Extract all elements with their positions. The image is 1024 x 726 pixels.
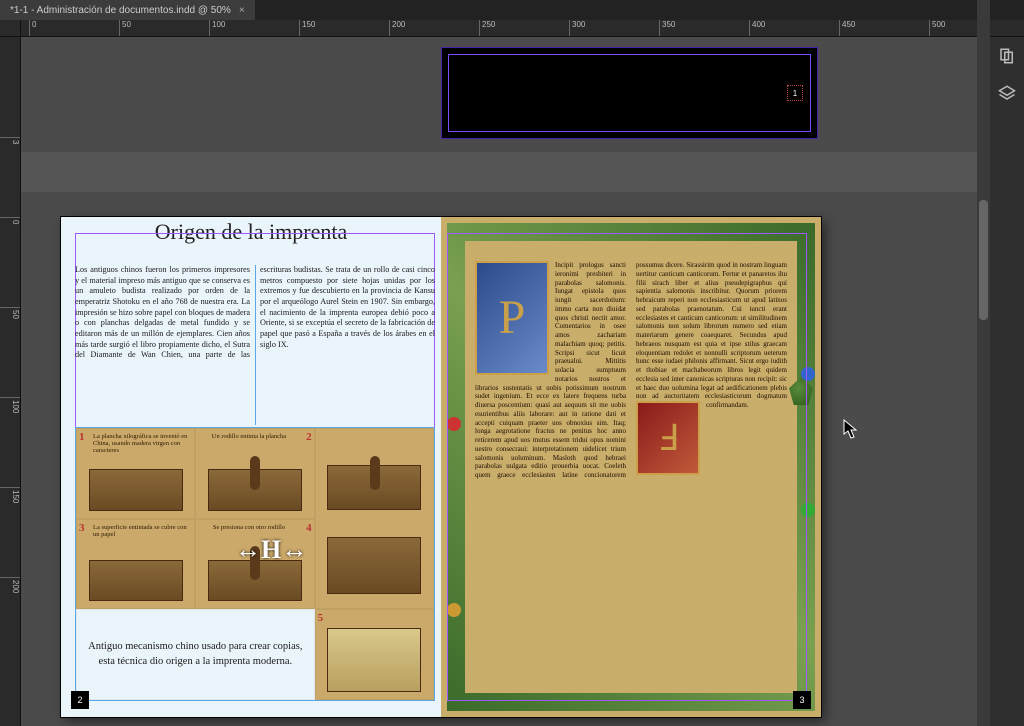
vertical-ruler[interactable]: 3 0 50 100 150 200 (0, 37, 21, 726)
ruler-tick: 50 (0, 307, 20, 319)
roller-illustration (250, 546, 260, 580)
ruler-tick: 200 (0, 577, 20, 593)
grid-cell-2[interactable]: 2 Un rodillo entinta la plancha (195, 428, 314, 519)
image-grid[interactable]: 1 La plancha xilográfica se inventó en C… (75, 427, 435, 701)
page-right[interactable]: PARABOLA Incipit prologus sancti ieronim… (441, 217, 821, 717)
step-caption: Un rodillo entinta la plancha (200, 433, 297, 440)
layers-panel-icon[interactable] (998, 84, 1016, 107)
ruler-tick: 150 (0, 487, 20, 503)
woodblock-illustration (89, 469, 183, 511)
ruler-tick: 100 (209, 20, 225, 36)
grid-cell-4[interactable]: 3 La superficie entintada se cubre con u… (76, 519, 195, 610)
margin-frame-right (447, 233, 807, 701)
close-icon[interactable]: × (239, 5, 245, 16)
ruler-tick: 0 (29, 20, 36, 36)
ruler-tick: 3 (0, 137, 20, 144)
page-number-left: 2 (71, 691, 89, 709)
ruler-tick: 150 (299, 20, 315, 36)
roller-illustration (250, 456, 260, 490)
ruler-tick: 400 (749, 20, 765, 36)
right-panel-dock[interactable] (989, 37, 1024, 726)
grid-caption[interactable]: Antiguo mecanismo chino usado para crear… (76, 609, 315, 700)
document-tab[interactable]: *1-1 - Administración de documentos.indd… (0, 0, 255, 20)
ruler-tick: 300 (569, 20, 585, 36)
step-caption: La plancha xilográfica se inventó en Chi… (93, 433, 190, 454)
ruler-row: 0 50 100 150 200 250 300 350 400 450 500 (0, 20, 1024, 37)
grid-cell-5[interactable]: 4 Se presiona con otro rodillo (195, 519, 314, 610)
body-text: Los antiguos chinos fueron los primeros … (75, 265, 435, 359)
scrollbar-thumb[interactable] (979, 200, 988, 320)
document-tab-bar: *1-1 - Administración de documentos.indd… (0, 0, 1024, 20)
step-caption: Se presiona con otro rodillo (200, 524, 297, 531)
ruler-tick: 200 (389, 20, 405, 36)
ruler-origin[interactable] (0, 20, 21, 36)
ruler-tick: 450 (839, 20, 855, 36)
step-number: 3 (79, 522, 85, 534)
step-number: 1 (79, 431, 85, 443)
printed-page-illustration (327, 628, 421, 692)
grid-caption-text: Antiguo mecanismo chino usado para crear… (87, 640, 304, 668)
ruler-tick: 350 (659, 20, 675, 36)
step-number: 5 (318, 612, 324, 624)
master-page-margin-frame (448, 54, 811, 132)
grid-cell-3[interactable] (315, 428, 434, 609)
vertical-scrollbar[interactable] (977, 0, 990, 726)
woodblock-illustration (327, 537, 421, 594)
grid-cell-6[interactable]: 5 (315, 609, 434, 700)
horizontal-ruler[interactable]: 0 50 100 150 200 250 300 350 400 450 500 (21, 20, 1024, 36)
workspace: 3 0 50 100 150 200 1 Origen de la imprenta Lo… (0, 37, 1024, 726)
spread[interactable]: Origen de la imprenta Los antiguos chino… (61, 217, 821, 717)
page-number-right: 3 (793, 691, 811, 709)
master-page-number: 1 (787, 85, 803, 101)
woodblock-illustration (89, 560, 183, 602)
pasteboard-gap (21, 152, 989, 192)
pages-panel-icon[interactable] (998, 47, 1016, 70)
canvas[interactable]: 1 Origen de la imprenta Los antiguos chi… (21, 37, 989, 726)
ruler-tick: 50 (119, 20, 131, 36)
document-tab-title: *1-1 - Administración de documentos.indd… (10, 5, 231, 16)
roller-illustration (370, 456, 380, 490)
step-caption: La superficie entintada se cubre con un … (93, 524, 190, 538)
ruler-tick: 0 (0, 217, 20, 224)
ruler-tick: 100 (0, 397, 20, 413)
mouse-cursor-icon (843, 419, 859, 444)
page-left[interactable]: Origen de la imprenta Los antiguos chino… (61, 217, 441, 717)
grid-cell-1[interactable]: 1 La plancha xilográfica se inventó en C… (76, 428, 195, 519)
ruler-tick: 500 (929, 20, 945, 36)
master-page[interactable]: 1 (441, 47, 818, 139)
step-number: 4 (306, 522, 312, 534)
step-number: 2 (306, 431, 312, 443)
ruler-tick: 250 (479, 20, 495, 36)
body-text-frame[interactable]: Los antiguos chinos fueron los primeros … (75, 265, 435, 425)
